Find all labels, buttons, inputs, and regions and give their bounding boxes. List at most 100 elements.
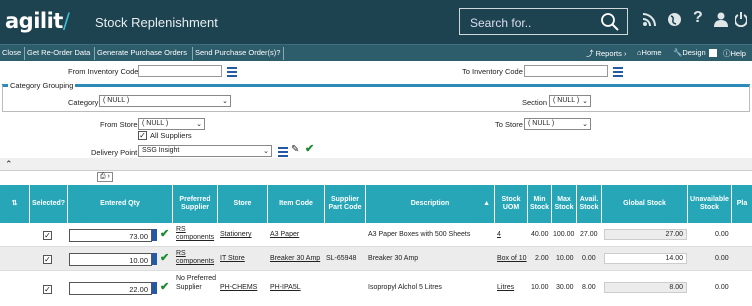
avail-stock: 8.00 bbox=[582, 284, 596, 291]
search-input[interactable]: Search for.. bbox=[470, 16, 531, 30]
check-icon[interactable]: ✔ bbox=[305, 142, 314, 155]
col-pla[interactable]: Pla bbox=[732, 185, 752, 223]
store-link[interactable]: PH-CHEMS bbox=[220, 284, 257, 291]
search-box[interactable]: Search for.. bbox=[459, 8, 628, 35]
from-store-select[interactable]: ( NULL ) ⌄ bbox=[138, 118, 205, 130]
all-suppliers-checkbox[interactable]: ✓ bbox=[138, 131, 147, 140]
table-row[interactable]: ✓ 10.00 ✔ RS components IT Store Breaker… bbox=[0, 247, 752, 271]
edit-icon[interactable]: ✎ bbox=[291, 144, 299, 155]
list-icon[interactable] bbox=[227, 67, 237, 79]
min-stock: 10.00 bbox=[531, 284, 549, 291]
description: A3 Paper Boxes with 500 Sheets bbox=[368, 231, 471, 238]
grid-toolbar bbox=[0, 158, 752, 171]
divider bbox=[283, 47, 284, 60]
col-global-stock[interactable]: Global Stock bbox=[602, 185, 688, 223]
close-button[interactable]: Close bbox=[2, 48, 21, 57]
send-po-button[interactable]: Send Purchase Order(s)? bbox=[195, 48, 280, 57]
sort-icon[interactable]: ⇅ bbox=[0, 185, 30, 223]
category-label: Category bbox=[68, 98, 99, 107]
unavailable-stock: 0.00 bbox=[715, 284, 729, 291]
item-code-link[interactable]: PH-IPA5L bbox=[270, 284, 301, 291]
to-inventory-label: To Inventory Code bbox=[462, 67, 523, 76]
uom-link[interactable]: 4 bbox=[497, 231, 501, 238]
grid-header: ⇅ Selected? Entered Qty Preferred Suppli… bbox=[0, 185, 752, 223]
export-icon[interactable]: ⎙ › bbox=[97, 172, 113, 182]
delivery-point-select[interactable]: SSG Insight ⌄ bbox=[138, 145, 272, 157]
chevron-down-icon: ⌄ bbox=[196, 121, 202, 128]
delivery-point-label: Delivery Point bbox=[91, 148, 138, 157]
get-reorder-button[interactable]: Get Re-Order Data bbox=[27, 48, 90, 57]
logout-icon[interactable] bbox=[735, 12, 747, 27]
category-select[interactable]: ( NULL ) ⌄ bbox=[99, 95, 231, 107]
qty-spinner[interactable] bbox=[152, 253, 157, 265]
divider bbox=[24, 47, 25, 60]
uom-link[interactable]: Box of 10 bbox=[497, 255, 527, 262]
generate-po-button[interactable]: Generate Purchase Orders bbox=[97, 48, 187, 57]
col-store[interactable]: Store bbox=[218, 185, 268, 223]
help-button[interactable]: ⓘHelp bbox=[723, 48, 746, 59]
col-avail-stock[interactable]: Avail. Stock bbox=[577, 185, 602, 223]
global-stock: 27.00 bbox=[604, 229, 687, 240]
to-inventory-input[interactable] bbox=[524, 65, 608, 77]
qty-spinner[interactable] bbox=[152, 282, 157, 294]
row-select-checkbox[interactable]: ✓ bbox=[43, 231, 52, 240]
qty-input[interactable]: 22.00 bbox=[69, 282, 152, 295]
home-button[interactable]: ⌂Home bbox=[637, 48, 662, 57]
check-icon[interactable]: ✔ bbox=[160, 227, 169, 240]
col-description[interactable]: Description ▲ bbox=[366, 185, 495, 223]
col-max-stock[interactable]: Max Stock bbox=[552, 185, 577, 223]
page-title: Stock Replenishment bbox=[95, 15, 218, 30]
description: Breaker 30 Amp bbox=[368, 255, 419, 262]
uom-link[interactable]: Litres bbox=[497, 284, 514, 291]
col-selected[interactable]: Selected? bbox=[30, 185, 68, 223]
col-entered-qty[interactable]: Entered Qty bbox=[68, 185, 173, 223]
min-stock: 2.00 bbox=[535, 255, 549, 262]
collapse-icon[interactable]: ⌃ bbox=[5, 159, 13, 170]
supplier-text: No Preferred Supplier bbox=[176, 275, 217, 291]
action-toolbar: Close Get Re-Order Data Generate Purchas… bbox=[0, 44, 752, 61]
supplier-link[interactable]: RS components bbox=[176, 250, 218, 266]
row-select-checkbox[interactable]: ✓ bbox=[43, 285, 52, 294]
qty-input[interactable]: 10.00 bbox=[69, 253, 152, 266]
qty-spinner[interactable] bbox=[152, 229, 157, 241]
design-toggle[interactable] bbox=[709, 49, 717, 57]
from-inventory-input[interactable] bbox=[138, 65, 222, 77]
item-code-link[interactable]: Breaker 30 Amp bbox=[270, 255, 320, 262]
design-button[interactable]: 🔧Design bbox=[673, 48, 706, 57]
col-stock-uom[interactable]: Stock UOM bbox=[495, 185, 528, 223]
col-min-stock[interactable]: Min Stock bbox=[528, 185, 552, 223]
agility-logo[interactable]: agilit/ bbox=[5, 9, 70, 33]
col-supplier-part-code[interactable]: Supplier Part Code bbox=[325, 185, 366, 223]
store-link[interactable]: IT Store bbox=[220, 255, 245, 262]
from-store-label: From Store bbox=[100, 120, 138, 129]
max-stock: 100.00 bbox=[553, 231, 575, 238]
list-icon[interactable] bbox=[613, 67, 623, 79]
description: Isopropyl Alchol 5 Litres bbox=[368, 284, 442, 291]
row-select-checkbox[interactable]: ✓ bbox=[43, 255, 52, 264]
qty-input[interactable]: 73.00 bbox=[69, 229, 152, 242]
global-stock: 14.00 bbox=[604, 253, 687, 264]
globe-icon[interactable] bbox=[667, 12, 682, 27]
section-select[interactable]: ( NULL ) ⌄ bbox=[549, 95, 591, 107]
to-store-select[interactable]: ( NULL ) ⌄ bbox=[524, 118, 591, 130]
user-icon[interactable] bbox=[714, 12, 728, 27]
reports-menu[interactable]: ⤴ Reports › bbox=[586, 48, 626, 59]
chevron-down-icon: ⌄ bbox=[582, 121, 588, 128]
table-row[interactable]: ✓ 73.00 ✔ RS components Stationery A3 Pa… bbox=[0, 223, 752, 247]
col-preferred-supplier[interactable]: Preferred Supplier bbox=[173, 185, 218, 223]
search-icon[interactable] bbox=[600, 12, 620, 32]
table-row[interactable]: ✓ 22.00 ✔ No Preferred Supplier PH-CHEMS… bbox=[0, 271, 752, 306]
help-icon[interactable]: ? bbox=[693, 9, 703, 27]
check-icon[interactable]: ✔ bbox=[160, 251, 169, 264]
supplier-link[interactable]: RS components bbox=[176, 226, 218, 242]
col-unavailable-stock[interactable]: Unavailable Stock bbox=[688, 185, 732, 223]
chevron-down-icon: ⌄ bbox=[222, 98, 228, 105]
check-icon[interactable]: ✔ bbox=[160, 280, 169, 293]
store-link[interactable]: Stationery bbox=[220, 231, 252, 238]
app-header: agilit/ Stock Replenishment Search for..… bbox=[0, 0, 752, 44]
item-code-link[interactable]: A3 Paper bbox=[270, 231, 299, 238]
rss-icon[interactable] bbox=[642, 12, 657, 27]
wrench-icon: 🔧 bbox=[673, 48, 683, 57]
col-item-code[interactable]: Item Code bbox=[268, 185, 325, 223]
section-label: Section bbox=[522, 98, 548, 107]
